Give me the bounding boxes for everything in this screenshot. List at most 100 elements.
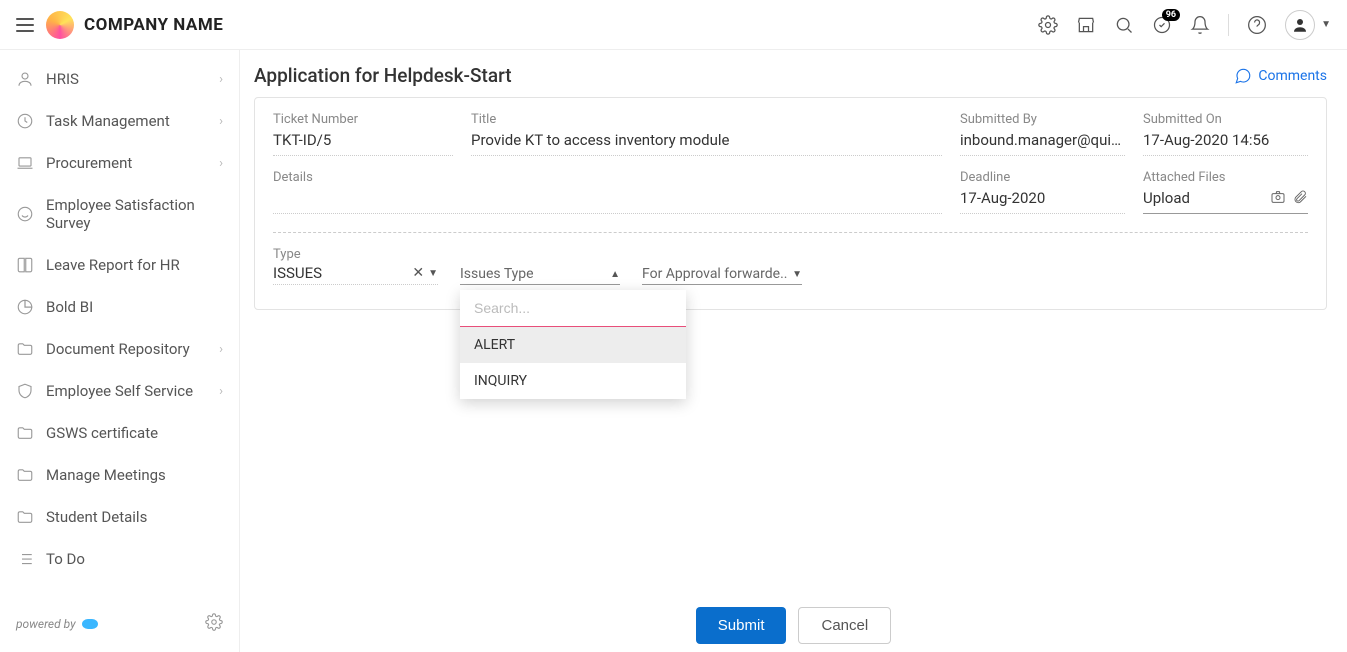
field-label: Title — [471, 112, 942, 127]
tasks-badge: 96 — [1162, 9, 1180, 22]
store-icon[interactable] — [1076, 15, 1096, 35]
sidebar-item-label: Bold BI — [46, 298, 223, 316]
dropdown-option-inquiry[interactable]: INQUIRY — [460, 363, 686, 399]
chevron-up-icon: ▲ — [610, 269, 620, 280]
paperclip-icon[interactable] — [1292, 189, 1308, 209]
for-approval-select[interactable]: For Approval forwarde.. ▼ — [642, 266, 802, 285]
sidebar-item-label: GSWS certificate — [46, 424, 223, 442]
form-actions: Submit Cancel — [240, 607, 1347, 644]
type-select[interactable]: Type ISSUES ✕ ▼ — [273, 247, 438, 285]
sidebar-item-procurement[interactable]: Procurement › — [0, 142, 239, 184]
user-icon — [16, 70, 34, 88]
laptop-icon — [16, 154, 34, 172]
submitted-by-field: Submitted By inbound.manager@qui… — [960, 112, 1125, 156]
attached-files-field[interactable]: Attached Files Upload — [1143, 170, 1308, 214]
details-field[interactable]: Details — [273, 170, 942, 214]
sidebar-item-student[interactable]: Student Details — [0, 496, 239, 538]
chevron-right-icon: › — [219, 114, 223, 129]
for-approval-placeholder: For Approval forwarde.. — [642, 266, 792, 282]
comments-link[interactable]: Comments — [1234, 67, 1327, 85]
clear-icon[interactable]: ✕ — [412, 265, 424, 281]
sidebar-item-label: HRIS — [46, 70, 219, 88]
field-value: Provide KT to access inventory module — [471, 131, 942, 151]
issues-type-placeholder: Issues Type — [460, 266, 610, 282]
book-icon — [16, 256, 34, 274]
sidebar-item-label: Student Details — [46, 508, 223, 526]
field-value — [273, 189, 942, 209]
field-label: Submitted On — [1143, 112, 1308, 127]
folder-icon — [16, 424, 34, 442]
chevron-down-icon[interactable]: ▼ — [428, 268, 438, 279]
chevron-right-icon: › — [219, 72, 223, 87]
bell-icon[interactable] — [1190, 15, 1210, 35]
menu-toggle-icon[interactable] — [16, 18, 34, 32]
field-value: 17-Aug-2020 — [960, 189, 1125, 209]
form-card: Ticket Number TKT-ID/5 Title Provide KT … — [254, 97, 1327, 310]
sidebar-item-hris[interactable]: HRIS › — [0, 58, 239, 100]
avatar-icon — [1285, 10, 1315, 40]
issues-type-dropdown: ALERT INQUIRY — [460, 290, 686, 399]
folder-icon — [16, 340, 34, 358]
issues-type-select[interactable]: Issues Type ▲ ALERT INQUIRY — [460, 266, 620, 285]
tasks-icon[interactable]: 96 — [1152, 15, 1172, 35]
chevron-down-icon: ▼ — [792, 269, 802, 280]
type-value: ISSUES — [273, 264, 412, 282]
smile-icon — [16, 205, 34, 223]
vendor-logo-icon — [82, 619, 98, 629]
company-name: COMPANY NAME — [84, 15, 223, 35]
company-logo-icon — [46, 11, 74, 39]
camera-icon[interactable] — [1270, 189, 1286, 209]
main-content: Application for Helpdesk-Start Comments … — [240, 50, 1347, 652]
sidebar-item-label: Procurement — [46, 154, 219, 172]
folder-icon — [16, 466, 34, 484]
list-icon — [16, 550, 34, 568]
sidebar-item-boldbi[interactable]: Bold BI — [0, 286, 239, 328]
shield-icon — [16, 382, 34, 400]
field-label: Details — [273, 170, 942, 185]
deadline-field: Deadline 17-Aug-2020 — [960, 170, 1125, 214]
sidebar-item-task-management[interactable]: Task Management › — [0, 100, 239, 142]
field-label: Submitted By — [960, 112, 1125, 127]
dropdown-search-input[interactable] — [460, 290, 686, 327]
powered-by-label: powered by — [16, 617, 76, 631]
chevron-right-icon: › — [219, 342, 223, 357]
sidebar-item-label: To Do — [46, 550, 223, 568]
comments-label: Comments — [1258, 68, 1327, 84]
sidebar: HRIS › Task Management › Procurement › E… — [0, 50, 240, 652]
chevron-down-icon: ▼ — [1321, 19, 1331, 30]
user-menu[interactable]: ▼ — [1285, 10, 1331, 40]
sidebar-footer: powered by — [0, 603, 239, 644]
dropdown-option-alert[interactable]: ALERT — [460, 327, 686, 363]
cancel-button[interactable]: Cancel — [798, 607, 891, 644]
gear-icon[interactable] — [1038, 15, 1058, 35]
sidebar-item-gsws[interactable]: GSWS certificate — [0, 412, 239, 454]
field-label: Deadline — [960, 170, 1125, 185]
submitted-on-field: Submitted On 17-Aug-2020 14:56 — [1143, 112, 1308, 156]
sidebar-item-todo[interactable]: To Do — [0, 538, 239, 580]
field-label: Ticket Number — [273, 112, 453, 127]
sidebar-item-label: Leave Report for HR — [46, 256, 223, 274]
search-icon[interactable] — [1114, 15, 1134, 35]
sidebar-settings-icon[interactable] — [205, 613, 223, 634]
sidebar-item-label: Task Management — [46, 112, 219, 130]
section-divider — [273, 232, 1308, 233]
field-value: inbound.manager@qui… — [960, 131, 1125, 151]
ticket-number-field: Ticket Number TKT-ID/5 — [273, 112, 453, 156]
sidebar-item-leave-report[interactable]: Leave Report for HR — [0, 244, 239, 286]
sidebar-item-label: Employee Self Service — [46, 382, 219, 400]
field-label: Type — [273, 247, 438, 262]
field-value: TKT-ID/5 — [273, 131, 453, 151]
sidebar-item-label: Document Repository — [46, 340, 219, 358]
upload-label: Upload — [1143, 189, 1264, 209]
folder-icon — [16, 508, 34, 526]
help-icon[interactable] — [1247, 15, 1267, 35]
sidebar-item-doc-repo[interactable]: Document Repository › — [0, 328, 239, 370]
sidebar-item-ess[interactable]: Employee Self Service › — [0, 370, 239, 412]
title-field: Title Provide KT to access inventory mod… — [471, 112, 942, 156]
sidebar-item-survey[interactable]: Employee Satisfaction Survey — [0, 184, 239, 244]
chevron-right-icon: › — [219, 384, 223, 399]
sidebar-item-meetings[interactable]: Manage Meetings — [0, 454, 239, 496]
submit-button[interactable]: Submit — [696, 607, 787, 644]
field-label: Attached Files — [1143, 170, 1308, 185]
pie-chart-icon — [16, 298, 34, 316]
